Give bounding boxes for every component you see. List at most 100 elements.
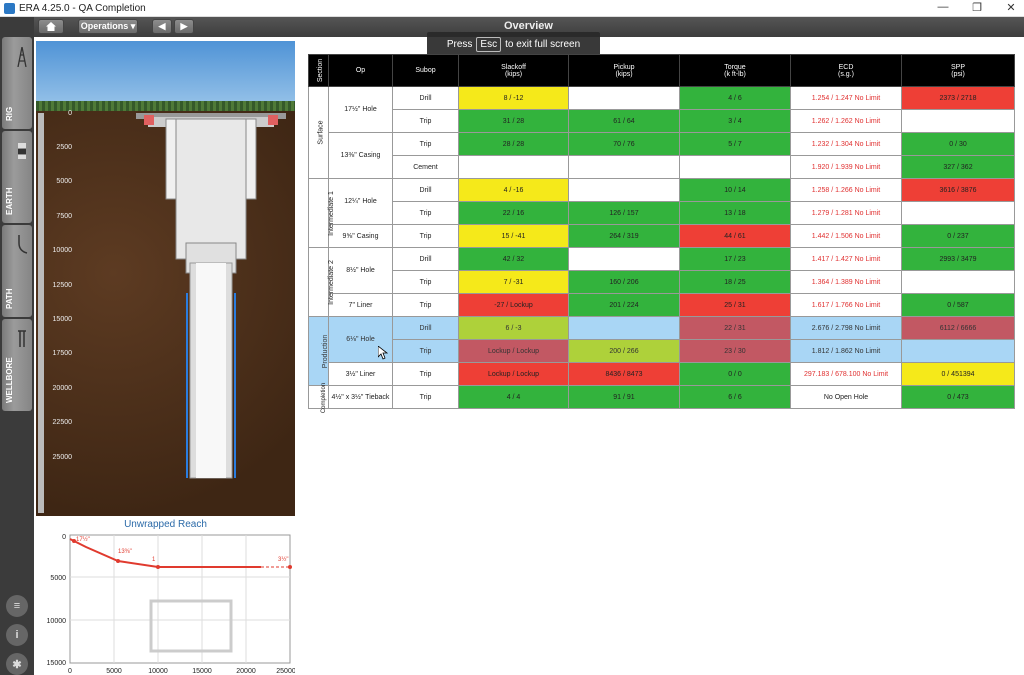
- op-cell: 4½" x 3½" Tieback: [328, 385, 393, 409]
- operations-dropdown[interactable]: Operations ▾: [78, 19, 138, 34]
- subop-cell: Drill: [392, 178, 459, 202]
- tab-earth[interactable]: EARTH: [2, 131, 32, 223]
- pickup-cell: 61 / 64: [568, 109, 680, 133]
- torque-cell: [679, 155, 791, 179]
- table-row[interactable]: Trip 22 / 16 126 / 157 13 / 18 1.279 / 1…: [309, 201, 1015, 225]
- table-row[interactable]: Intermediate 1 12¼" Hole Drill 4 / -16 1…: [308, 178, 1015, 248]
- slackoff-cell: 4 / 4: [458, 385, 569, 409]
- reach-point: [156, 565, 160, 569]
- next-button[interactable]: ▶: [174, 19, 194, 34]
- table-row[interactable]: Trip 7 / -31 160 / 206 18 / 25 1.364 / 1…: [309, 270, 1015, 294]
- reach-label: 17½": [76, 536, 90, 543]
- reach-x-tick: 20000: [236, 668, 256, 675]
- slackoff-cell: 31 / 28: [458, 109, 569, 133]
- toast-press: Press: [446, 39, 473, 50]
- reach-x-tick: 15000: [192, 668, 212, 675]
- reach-x-tick: 0: [68, 668, 72, 675]
- reach-point: [116, 559, 120, 563]
- reach-y-tick: 10000: [47, 618, 67, 625]
- subop-cell: Trip: [392, 201, 459, 225]
- reach-label: 3½": [278, 556, 288, 563]
- section-cell: Intermediate 2: [308, 247, 335, 317]
- spp-cell: [901, 201, 1015, 225]
- table-row[interactable]: Cement 1.920 / 1.939 No Limit 327 / 362: [309, 155, 1015, 179]
- section-cell: Completion: [308, 382, 329, 413]
- mouse-cursor-icon: [378, 346, 388, 360]
- ecd-cell: 1.812 / 1.862 No Limit: [790, 339, 902, 363]
- pickup-cell: 70 / 76: [568, 132, 680, 156]
- info-icon[interactable]: i: [6, 624, 28, 646]
- reach-x-tick: 5000: [106, 668, 122, 675]
- tab-rig[interactable]: RIG: [2, 37, 32, 129]
- table-row-selected[interactable]: Production 6⅛" Hole Drill 6 / -3 22 / 31…: [308, 316, 1015, 386]
- depth-tick: 5000: [56, 178, 72, 185]
- maximize-button[interactable]: ❐: [970, 1, 984, 14]
- gear-icon[interactable]: ✱: [6, 653, 28, 675]
- reach-y-tick: 5000: [50, 575, 66, 582]
- overview-table-container: Section Op Subop Slackoff (kips) Pickup …: [308, 54, 1015, 413]
- ecd-cell: 1.920 / 1.939 No Limit: [790, 155, 902, 179]
- op-cell: 8½" Hole: [328, 247, 393, 294]
- table-row[interactable]: Completion 4½" x 3½" Tieback Trip 4 / 4 …: [308, 382, 1015, 413]
- table-row-selected[interactable]: Trip Lockup / Lockup 200 / 266 23 / 30 1…: [309, 339, 1015, 363]
- slackoff-cell: -27 / Lockup: [458, 293, 569, 317]
- header-ecd: ECD (s.g.): [790, 54, 902, 87]
- tab-wellbore-label: WELLBORE: [5, 357, 14, 403]
- pickup-cell: 201 / 224: [568, 293, 680, 317]
- minimize-button[interactable]: —: [936, 1, 950, 14]
- tab-wellbore[interactable]: WELLBORE: [2, 319, 32, 411]
- reach-plot: 17½" 13⅜" 1 3½" 0 5000 10000 15000 0 500…: [47, 534, 295, 675]
- spp-cell: 0 / 237: [901, 224, 1015, 248]
- table-row[interactable]: Intermediate 2 8½" Hole Drill 42 / 32 17…: [308, 247, 1015, 317]
- subop-cell: Trip: [392, 362, 459, 386]
- depth-tick: 22500: [52, 419, 72, 426]
- pickup-cell: 160 / 206: [568, 270, 680, 294]
- depth-tick: 25000: [52, 454, 72, 461]
- header-spp: SPP (psi): [901, 54, 1015, 87]
- subop-cell: Trip: [392, 270, 459, 294]
- pickup-cell: [568, 316, 680, 340]
- slackoff-cell: 4 / -16: [458, 178, 569, 202]
- overview-table: Section Op Subop Slackoff (kips) Pickup …: [308, 54, 1015, 413]
- table-row[interactable]: Trip 31 / 28 61 / 64 3 / 4 1.262 / 1.262…: [309, 109, 1015, 133]
- spp-cell: 3616 / 3876: [901, 178, 1015, 202]
- subop-cell: Trip: [392, 224, 459, 248]
- spp-cell: 2993 / 3479: [901, 247, 1015, 271]
- page-title: Overview: [504, 20, 553, 32]
- spp-cell: 0 / 30: [901, 132, 1015, 156]
- slackoff-cell: [458, 155, 569, 179]
- torque-cell: 44 / 61: [679, 224, 791, 248]
- home-button[interactable]: [38, 19, 64, 34]
- pickup-cell: 200 / 266: [568, 339, 680, 363]
- ecd-cell: No Open Hole: [790, 385, 902, 409]
- table-row[interactable]: Surface 17½" Hole Drill 8 / -12 4 / 6 1.…: [308, 86, 1015, 179]
- section-cell: Surface: [308, 86, 329, 179]
- table-row[interactable]: 3½" Liner Trip Lockup / Lockup 8436 / 84…: [309, 362, 1015, 386]
- pickup-cell: [568, 178, 680, 202]
- window-titlebar: ERA 4.25.0 - QA Completion — ❐ ✕: [0, 0, 1024, 17]
- prev-button[interactable]: ◀: [152, 19, 172, 34]
- spp-cell: [901, 270, 1015, 294]
- ecd-cell: 1.364 / 1.389 No Limit: [790, 270, 902, 294]
- table-row[interactable]: 7" Liner Trip -27 / Lockup 201 / 224 25 …: [309, 293, 1015, 317]
- ecd-cell: 297.183 / 678.100 No Limit: [790, 362, 902, 386]
- table-row[interactable]: 13⅜" Casing Trip 28 / 28 70 / 76 5 / 7 1…: [309, 132, 1015, 179]
- op-cell: 7" Liner: [328, 293, 393, 317]
- section-cell: Intermediate 1: [308, 178, 335, 248]
- header-torque: Torque (k ft-lb): [679, 54, 791, 87]
- op-cell: 13⅜" Casing: [328, 132, 393, 179]
- tab-path[interactable]: PATH: [2, 225, 32, 317]
- unwrapped-reach-chart: Unwrapped Reach 17½" 13⅜" 1 3½" 0 5000 1…: [36, 517, 295, 675]
- torque-cell: 10 / 14: [679, 178, 791, 202]
- section-cell: Production: [308, 316, 329, 386]
- table-row[interactable]: 9⅝" Casing Trip 15 / -41 264 / 319 44 / …: [309, 224, 1015, 248]
- close-button[interactable]: ✕: [1004, 1, 1018, 14]
- left-rail: RIG EARTH PATH WELLBORE ≡ i ✱: [0, 17, 34, 675]
- torque-cell: 22 / 31: [679, 316, 791, 340]
- reach-point: [288, 565, 292, 569]
- subop-cell: Trip: [392, 109, 459, 133]
- torque-cell: 5 / 7: [679, 132, 791, 156]
- depth-bar: [38, 113, 44, 513]
- layers-icon[interactable]: ≡: [6, 595, 28, 617]
- slackoff-cell: 28 / 28: [458, 132, 569, 156]
